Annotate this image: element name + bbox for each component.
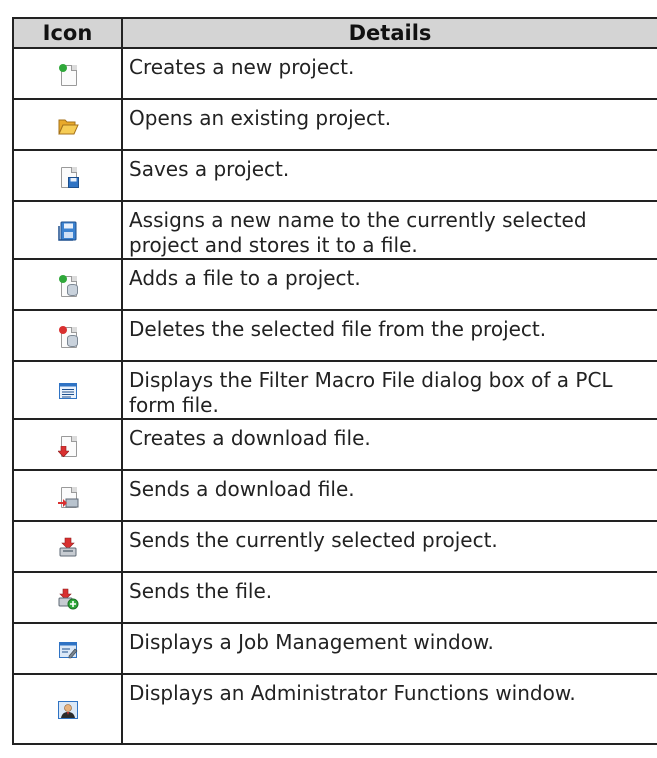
table-row: Adds a file to a project. [12,258,657,311]
row-details: Assigns a new name to the currently sele… [121,200,657,260]
job-management-icon [57,639,79,661]
administrator-functions-icon [57,699,79,721]
row-details: Sends the currently selected project. [121,520,657,573]
table-row: Displays an Administrator Functions wind… [12,673,657,745]
table-row: Sends the currently selected project. [12,520,657,573]
row-details: Adds a file to a project. [121,258,657,311]
table-row: Assigns a new name to the currently sele… [12,200,657,260]
delete-file-icon [57,325,79,348]
page: Icon Details Creates a new project. Open… [0,0,657,758]
send-file-icon [57,588,79,610]
filter-macro-icon [57,380,79,402]
icon-column-header: Icon [12,17,123,49]
send-download-file-icon [57,486,79,508]
send-project-icon [57,537,79,559]
table-row: Displays the Filter Macro File dialog bo… [12,360,657,420]
row-details: Displays an Administrator Functions wind… [121,673,657,745]
save-as-icon [57,220,79,242]
row-details: Creates a new project. [121,47,657,100]
create-download-file-icon [57,435,79,457]
table-row: Sends the file. [12,571,657,624]
row-details: Sends the file. [121,571,657,624]
open-project-icon [57,115,79,137]
row-details: Creates a download file. [121,418,657,471]
row-details: Displays a Job Management window. [121,622,657,675]
row-details: Sends a download file. [121,469,657,522]
row-details: Deletes the selected file from the proje… [121,309,657,362]
header-row: Icon Details [12,17,657,49]
table-row: Creates a new project. [12,47,657,100]
icon-details-table: Icon Details Creates a new project. Open… [12,17,657,745]
add-file-icon [57,274,79,297]
table-row: Saves a project. [12,149,657,202]
table-row: Displays a Job Management window. [12,622,657,675]
details-column-header: Details [121,17,657,49]
new-project-icon [57,63,79,86]
table-row: Opens an existing project. [12,98,657,151]
table-row: Deletes the selected file from the proje… [12,309,657,362]
row-details: Saves a project. [121,149,657,202]
save-project-icon [57,166,79,188]
row-details: Displays the Filter Macro File dialog bo… [121,360,657,420]
row-details: Opens an existing project. [121,98,657,151]
table-row: Sends a download file. [12,469,657,522]
table-row: Creates a download file. [12,418,657,471]
